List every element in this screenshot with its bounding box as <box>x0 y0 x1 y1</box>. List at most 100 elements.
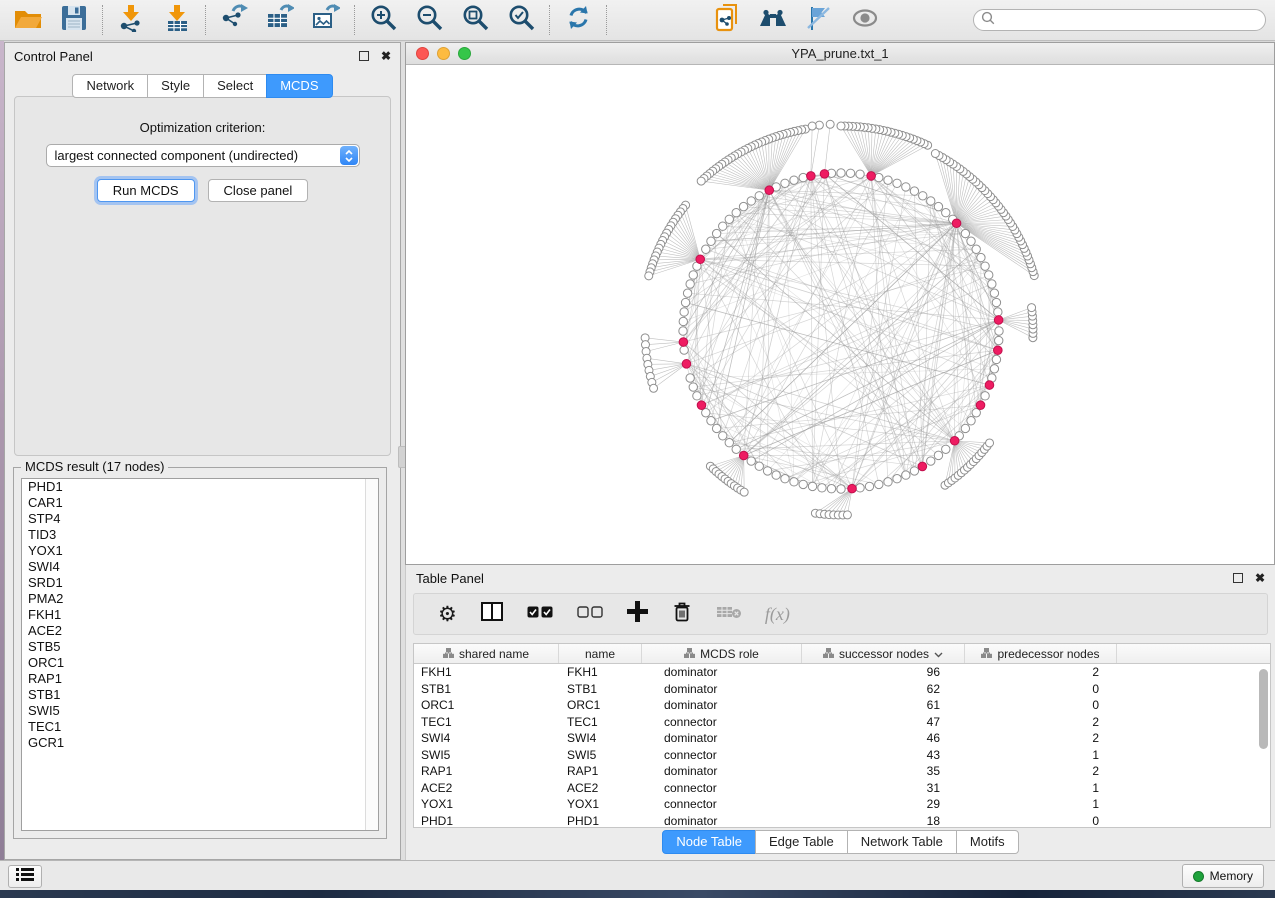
ring-node[interactable] <box>689 383 697 391</box>
ring-node[interactable] <box>994 308 1002 316</box>
tab-motifs[interactable]: Motifs <box>956 830 1019 854</box>
ring-node[interactable] <box>981 262 989 270</box>
ring-node[interactable] <box>875 480 883 488</box>
ring-node[interactable] <box>942 445 950 453</box>
ring-node[interactable] <box>707 237 715 245</box>
delete-column-button[interactable] <box>672 599 692 629</box>
mcds-hub-node[interactable] <box>985 381 994 390</box>
leaf-node[interactable] <box>931 150 939 158</box>
table-row-swi5[interactable]: SWI5SWI5connector431 <box>414 747 1270 764</box>
network-window-titlebar[interactable]: YPA_prune.txt_1 <box>406 43 1274 65</box>
mcds-hub-node[interactable] <box>994 346 1003 355</box>
ring-node[interactable] <box>818 484 826 492</box>
mcds-hub-node[interactable] <box>976 401 985 410</box>
ring-node[interactable] <box>732 209 740 217</box>
ring-node[interactable] <box>995 327 1003 335</box>
mcds-result-item[interactable]: PMA2 <box>22 591 378 607</box>
select-all-button[interactable] <box>527 599 553 629</box>
ring-node[interactable] <box>884 478 892 486</box>
mcds-result-item[interactable]: TID3 <box>22 527 378 543</box>
ring-node[interactable] <box>846 169 854 177</box>
ring-node[interactable] <box>693 392 701 400</box>
mcds-result-item[interactable]: ACE2 <box>22 623 378 639</box>
mcds-hub-node[interactable] <box>765 186 774 195</box>
tab-edge-table[interactable]: Edge Table <box>755 830 848 854</box>
mcds-hub-node[interactable] <box>950 436 959 445</box>
tab-network[interactable]: Network <box>72 74 148 98</box>
ring-node[interactable] <box>977 253 985 261</box>
criterion-dropdown[interactable]: largest connected component (undirected) <box>46 144 360 167</box>
ring-node[interactable] <box>686 374 694 382</box>
window-maximize-icon[interactable] <box>458 47 471 60</box>
ring-node[interactable] <box>781 475 789 483</box>
table-row-fkh1[interactable]: FKH1FKH1dominator962 <box>414 664 1270 681</box>
binoculars-button[interactable] <box>758 5 788 35</box>
ring-node[interactable] <box>681 298 689 306</box>
mcds-hub-node[interactable] <box>918 462 927 471</box>
zoom-fit-button[interactable] <box>460 5 490 35</box>
ring-node[interactable] <box>712 229 720 237</box>
mcds-hub-node[interactable] <box>820 170 829 179</box>
column-header-shared-name[interactable]: shared name <box>414 644 559 663</box>
table-settings-button[interactable]: ⚙ <box>438 599 457 629</box>
ring-node[interactable] <box>985 271 993 279</box>
ring-node[interactable] <box>719 222 727 230</box>
ring-node[interactable] <box>961 229 969 237</box>
mcds-hub-node[interactable] <box>807 172 816 181</box>
flag-slash-button[interactable] <box>804 5 834 35</box>
zoom-selected-button[interactable] <box>506 5 536 35</box>
leaf-node[interactable] <box>1028 304 1036 312</box>
float-table-panel-icon[interactable] <box>1233 573 1243 583</box>
leaf-node[interactable] <box>843 511 851 519</box>
ring-node[interactable] <box>992 355 1000 363</box>
mcds-hub-node[interactable] <box>994 316 1003 325</box>
ring-node[interactable] <box>856 170 864 178</box>
import-network-button[interactable] <box>116 5 146 35</box>
network-canvas[interactable] <box>406 65 1274 564</box>
search-box[interactable] <box>973 9 1266 31</box>
mcds-result-item[interactable]: STB1 <box>22 687 378 703</box>
ring-node[interactable] <box>683 289 691 297</box>
network-graph[interactable] <box>406 65 1274 565</box>
ring-node[interactable] <box>972 409 980 417</box>
ring-node[interactable] <box>772 471 780 479</box>
table-row-yox1[interactable]: YOX1YOX1connector291 <box>414 796 1270 813</box>
ring-node[interactable] <box>992 298 1000 306</box>
save-session-button[interactable] <box>59 5 89 35</box>
add-column-button[interactable] <box>627 599 648 629</box>
memory-button[interactable]: Memory <box>1182 864 1264 888</box>
leaf-node[interactable] <box>697 177 705 185</box>
ring-node[interactable] <box>763 467 771 475</box>
ring-node[interactable] <box>942 209 950 217</box>
ring-node[interactable] <box>702 245 710 253</box>
ring-node[interactable] <box>747 197 755 205</box>
mcds-result-item[interactable]: PHD1 <box>22 479 378 495</box>
ring-node[interactable] <box>919 192 927 200</box>
mcds-result-item[interactable]: STB5 <box>22 639 378 655</box>
leaf-node[interactable] <box>986 439 994 447</box>
ring-node[interactable] <box>679 327 687 335</box>
mcds-hub-node[interactable] <box>682 360 691 369</box>
mcds-result-item[interactable]: ORC1 <box>22 655 378 671</box>
leaf-node[interactable] <box>808 122 816 130</box>
list-scrollbar[interactable] <box>365 479 378 830</box>
ring-node[interactable] <box>961 424 969 432</box>
mcds-result-item[interactable]: SWI5 <box>22 703 378 719</box>
close-panel-button[interactable]: Close panel <box>208 179 309 202</box>
ring-node[interactable] <box>972 245 980 253</box>
ring-node[interactable] <box>910 467 918 475</box>
ring-node[interactable] <box>902 471 910 479</box>
ring-node[interactable] <box>893 179 901 187</box>
mcds-result-item[interactable]: STP4 <box>22 511 378 527</box>
mcds-hub-node[interactable] <box>739 451 748 460</box>
ring-node[interactable] <box>679 317 687 325</box>
ring-node[interactable] <box>865 482 873 490</box>
node-table[interactable]: shared namenameMCDS rolesuccessor nodesp… <box>413 643 1271 828</box>
table-row-stb1[interactable]: STB1STB1dominator620 <box>414 681 1270 698</box>
ring-node[interactable] <box>799 173 807 181</box>
ring-node[interactable] <box>790 176 798 184</box>
ring-node[interactable] <box>934 202 942 210</box>
mcds-result-item[interactable]: TEC1 <box>22 719 378 735</box>
mcds-result-item[interactable]: FKH1 <box>22 607 378 623</box>
leaf-node[interactable] <box>826 120 834 128</box>
